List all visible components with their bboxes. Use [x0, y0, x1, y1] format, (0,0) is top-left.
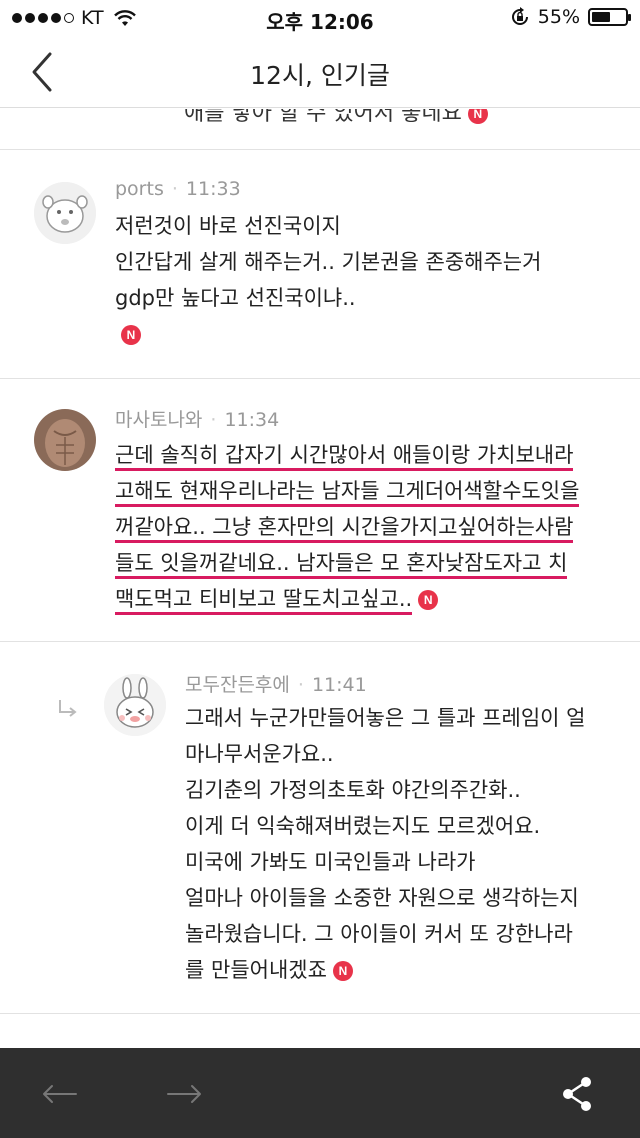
comment-item: 마사토나와 · 11:34 근데 솔직히 갑자기 시간많아서 애들이랑 가치보내라 … — [0, 379, 640, 641]
comment-line: 마나무서운가요.. — [185, 742, 334, 766]
comment-line-highlighted: 꺼같아요.. 그냥 혼자만의 시간을가지고싶어하는사람 — [115, 515, 574, 543]
comment-line: 인간답게 살게 해주는거.. 기본권을 존중해주는거 — [115, 250, 542, 274]
reply-comment-item: 모두잔든후에 · 11:41 그래서 누군가만들어놓은 그 틀과 프레임이 얼 마나… — [0, 642, 640, 1012]
battery-icon — [588, 8, 631, 26]
previous-comment-tail: 애를 낳아 할 수 있어서 좋네요 N — [184, 109, 488, 127]
comment-line: 를 만들어내겠죠 — [185, 958, 327, 982]
rotation-lock-icon — [511, 7, 528, 25]
new-badge: N — [418, 590, 439, 610]
comment-line: 놀라웠습니다. 그 아이들이 커서 또 강한나라 — [185, 922, 573, 946]
comment-line-highlighted: 고해도 현재우리나라는 남자들 그게더어색할수도잇을 — [115, 479, 580, 507]
browser-forward-button[interactable] — [164, 1074, 204, 1114]
comment-line: 얼마나 아이들을 소중한 자원으로 생각하는지 — [185, 886, 579, 910]
arrow-left-icon — [43, 1085, 77, 1103]
bear-character-avatar-icon — [34, 182, 96, 244]
comment-body: 근데 솔직히 갑자기 시간많아서 애들이랑 가치보내라 고해도 현재우리나라는 … — [115, 437, 580, 617]
avatar[interactable] — [34, 182, 96, 244]
comment-line: 미국에 가봐도 미국인들과 나라가 — [185, 850, 476, 874]
bottom-toolbar — [0, 1048, 640, 1138]
navigation-bar: 12시, 인기글 — [0, 36, 640, 108]
comment-time: 11:41 — [311, 674, 367, 696]
share-button[interactable] — [558, 1074, 598, 1114]
avatar[interactable] — [34, 409, 96, 471]
comment-author[interactable]: 모두잔든후에 — [185, 674, 290, 696]
new-badge: N — [332, 961, 353, 981]
arrow-right-icon — [167, 1085, 201, 1103]
browser-back-button[interactable] — [40, 1074, 80, 1114]
page-title: 12시, 인기글 — [250, 61, 390, 90]
comment-author[interactable]: ports — [115, 178, 164, 200]
battery-percent: 55% — [537, 6, 580, 28]
comment-body: 저런것이 바로 선진국이지 인간답게 살게 해주는거.. 기본권을 존중해주는거… — [115, 208, 541, 352]
comment-line: gdp만 높다고 선진국이냐.. — [115, 286, 356, 310]
comment-line: 이게 더 익숙해져버렸는지도 모르겠어요. — [185, 814, 541, 838]
photo-avatar-icon — [34, 409, 96, 471]
comment-time: 11:34 — [224, 409, 280, 431]
comment-line: 그래서 누군가만들어놓은 그 틀과 프레임이 얼 — [185, 706, 586, 730]
new-badge: N — [121, 325, 141, 345]
status-bar: KT 오후 12:06 55% — [0, 0, 640, 36]
share-icon — [563, 1077, 591, 1111]
comment-line: 저런것이 바로 선진국이지 — [115, 214, 341, 238]
comment-author[interactable]: 마사토나와 — [115, 409, 202, 431]
reply-arrow-icon — [59, 700, 77, 717]
comment-list[interactable]: 애를 낳아 할 수 있어서 좋네요 N ports · 11:33 저런것이 바로 선… — [0, 109, 640, 1048]
comment-meta: 모두잔든후에 · 11:41 — [185, 674, 367, 696]
comment-line-highlighted: 근데 솔직히 갑자기 시간많아서 애들이랑 가치보내라 — [115, 443, 574, 471]
comment-line: 김기춘의 가정의초토화 야간의주간화.. — [185, 778, 521, 802]
rabbit-character-avatar-icon — [104, 674, 166, 736]
comment-meta: 마사토나와 · 11:34 — [115, 409, 280, 431]
avatar[interactable] — [104, 674, 166, 736]
comment-body: 그래서 누군가만들어놓은 그 틀과 프레임이 얼 마나무서운가요.. 김기춘의 … — [185, 700, 585, 988]
divider — [0, 1013, 640, 1014]
comment-line-highlighted: 맥도먹고 티비보고 딸도치고싶고.. — [115, 587, 413, 615]
new-badge: N — [467, 109, 488, 124]
comment-time: 11:33 — [185, 178, 241, 200]
comment-meta: ports · 11:33 — [115, 178, 241, 200]
comment-item: ports · 11:33 저런것이 바로 선진국이지 인간답게 살게 해주는거..… — [0, 150, 640, 378]
comment-line-highlighted: 들도 잇을꺼같네요.. 남자들은 모 혼자낮잠도자고 치 — [115, 551, 568, 579]
